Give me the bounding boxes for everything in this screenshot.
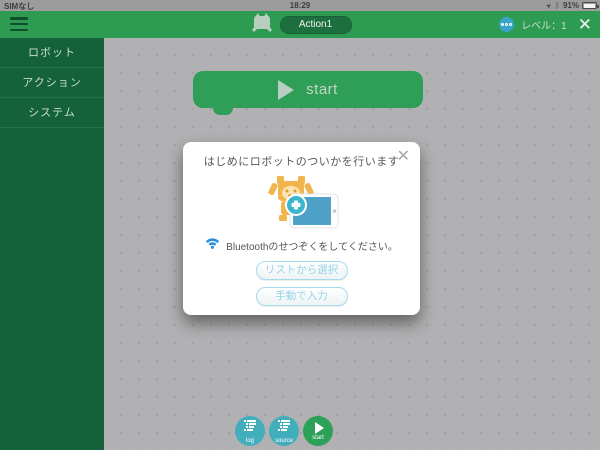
- manual-input-button[interactable]: 手動で入力: [256, 287, 348, 306]
- level-badge-icon: [499, 17, 514, 32]
- source-button-label: source: [275, 438, 293, 444]
- wifi-icon: [205, 236, 220, 254]
- project-name-label: Action1: [299, 19, 332, 30]
- start-button-label: start: [312, 435, 324, 441]
- robot-pairing-illustration: [262, 173, 342, 233]
- close-icon[interactable]: ✕: [578, 16, 592, 33]
- sidebar-item-robot[interactable]: ロボット: [0, 38, 104, 68]
- header-right: レベル：1 ✕: [499, 11, 592, 38]
- sidebar: ロボット アクション システム: [0, 38, 104, 450]
- log-button-label: log: [246, 438, 254, 444]
- add-robot-dialog: はじめにロボットのついかを行います ✕: [183, 142, 420, 315]
- bluetooth-message: Bluetoothのせつぞくをしてください。: [226, 238, 398, 253]
- project-name-pill[interactable]: Action1: [280, 16, 352, 34]
- battery-percent-label: 91%: [563, 1, 579, 10]
- select-from-list-button[interactable]: リストから選択: [256, 261, 348, 280]
- run-start-button[interactable]: start: [303, 416, 333, 446]
- source-button[interactable]: source: [269, 416, 299, 446]
- sidebar-item-system[interactable]: システム: [0, 98, 104, 128]
- sidebar-item-action[interactable]: アクション: [0, 68, 104, 98]
- log-button[interactable]: log: [235, 416, 265, 446]
- dialog-title: はじめにロボットのついかを行います: [183, 153, 420, 169]
- robot-icon: [249, 11, 275, 38]
- dialog-close-icon[interactable]: ✕: [397, 149, 410, 165]
- status-bar: SIMなし 18:29 ➤ ᛒ 91%: [0, 0, 600, 11]
- play-icon: [315, 422, 324, 434]
- status-icons: ➤ ᛒ 91%: [546, 0, 597, 11]
- bottom-toolbar: log source start: [235, 416, 333, 446]
- bluetooth-status-icon: ᛒ: [555, 1, 560, 10]
- level-label: レベル：1: [521, 17, 567, 32]
- clock-label: 18:29: [0, 1, 600, 10]
- play-icon: [278, 80, 294, 100]
- bluetooth-message-row: Bluetoothのせつぞくをしてください。: [183, 236, 420, 254]
- app-screen: SIMなし 18:29 ➤ ᛒ 91% Action1: [0, 0, 600, 450]
- source-icon: [278, 419, 291, 437]
- start-block-label: start: [306, 81, 338, 98]
- location-icon: ➤: [545, 1, 554, 11]
- battery-icon: [582, 2, 597, 9]
- start-block[interactable]: start: [193, 71, 423, 108]
- log-icon: [244, 419, 257, 437]
- app-header: Action1 レベル：1 ✕: [0, 11, 600, 38]
